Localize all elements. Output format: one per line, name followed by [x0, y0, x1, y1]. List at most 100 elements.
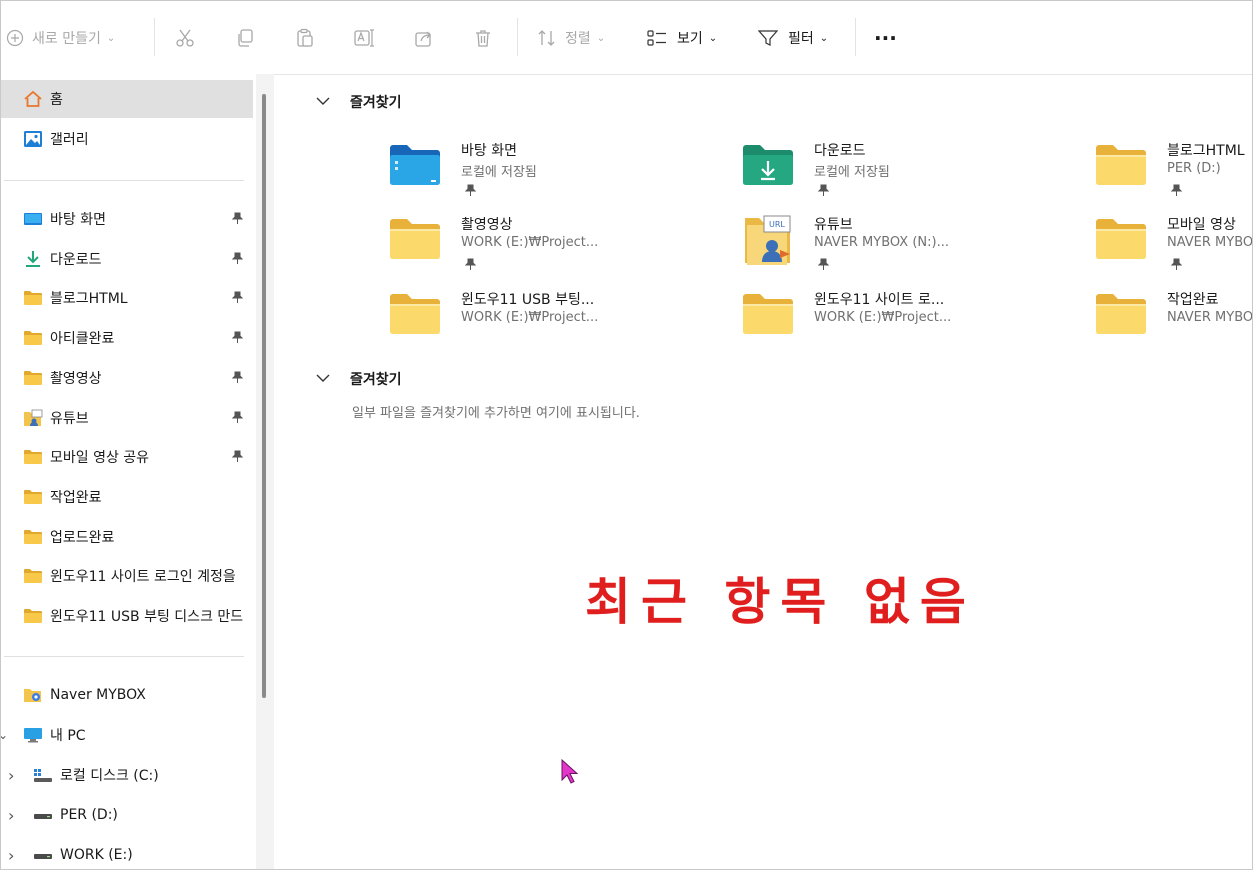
- pin-icon: [231, 411, 244, 427]
- sidebar-item-label: 갤러리: [50, 132, 89, 148]
- pin-icon: [231, 252, 244, 268]
- pin-icon: [231, 291, 244, 307]
- cloud-folder-icon: [22, 685, 44, 705]
- sidebar-item-label: 윈도우11 USB 부팅 디스크 만드: [50, 609, 244, 625]
- navigation-pane: 홈 갤러리 바탕 화면다운로드블로그HTML 아티클완료촬영영상유튜브모바일 영상…: [0, 74, 258, 870]
- quick-access-tile[interactable]: 촬영영상 WORK (E:)₩Project...: [389, 214, 719, 278]
- sidebar-divider: [4, 180, 244, 181]
- tile-name: 바탕 화면: [461, 143, 517, 159]
- folder-icon: [22, 288, 44, 308]
- sidebar-item-drive[interactable]: WORK (E:): [0, 836, 133, 874]
- cut-button[interactable]: [175, 22, 195, 54]
- section-header-favorites[interactable]: 즐겨찾기: [316, 92, 402, 112]
- pin-icon: [231, 331, 244, 347]
- tile-name: 작업완료: [1167, 292, 1219, 308]
- trash-icon: [473, 28, 493, 48]
- sidebar-item-naver-mybox[interactable]: Naver MYBOX: [0, 676, 146, 714]
- sidebar-item-label: 다운로드: [50, 251, 102, 268]
- tile-name: 촬영영상: [461, 217, 513, 233]
- sidebar-item-quick-access[interactable]: 모바일 영상 공유: [0, 438, 253, 476]
- view-label: 보기: [677, 31, 703, 47]
- tile-location: NAVER MYBO: [1167, 310, 1253, 325]
- folder-icon: [22, 606, 44, 626]
- rename-button[interactable]: [354, 22, 376, 54]
- sidebar-item-label: 업로드완료: [50, 529, 115, 546]
- sidebar-item-label: 바탕 화면: [50, 212, 106, 228]
- sidebar-item-drive[interactable]: PER (D:): [0, 796, 118, 834]
- tile-name: 모바일 영상: [1167, 217, 1236, 233]
- quick-access-tile[interactable]: 모바일 영상 NAVER MYBO: [1095, 214, 1253, 278]
- new-button[interactable]: 새로 만들기 ⌄: [6, 22, 115, 54]
- tile-location: WORK (E:)₩Project...: [461, 310, 599, 325]
- more-icon: ···: [874, 26, 897, 50]
- sidebar-item-quick-access[interactable]: 윈도우11 USB 부팅 디스크 만드: [0, 597, 253, 635]
- download-icon: [22, 249, 44, 269]
- section-header-favorites-files[interactable]: 즐겨찾기: [316, 369, 402, 389]
- pin-icon: [464, 184, 477, 200]
- sidebar-item-gallery[interactable]: 갤러리: [0, 120, 89, 158]
- chevron-down-icon: ⌄: [596, 32, 606, 44]
- sidebar-item-quick-access[interactable]: 업로드완료: [0, 518, 253, 556]
- sidebar-item-label: 아티클완료: [50, 331, 115, 348]
- sidebar-item-quick-access[interactable]: 바탕 화면: [0, 200, 253, 238]
- sidebar-item-drive[interactable]: 로컬 디스크 (C:): [0, 756, 159, 794]
- tile-name: 유튜브: [814, 217, 853, 233]
- view-button[interactable]: 보기 ⌄: [647, 22, 717, 54]
- chevron-down-icon: ⌄: [708, 32, 718, 44]
- folder-icon: [22, 566, 44, 586]
- quick-access-tile[interactable]: 블로그HTML PER (D:): [1095, 140, 1253, 204]
- empty-favorites-message: 일부 파일을 즐겨찾기에 추가하면 여기에 표시됩니다.: [352, 406, 640, 421]
- sidebar-item-quick-access[interactable]: 촬영영상: [0, 359, 253, 397]
- sort-button[interactable]: 정렬 ⌄: [537, 22, 605, 54]
- tile-location: NAVER MYBO: [1167, 235, 1253, 250]
- sidebar-item-quick-access[interactable]: 윈도우11 사이트 로그인 계정을: [0, 557, 253, 595]
- sidebar-item-label: 내 PC: [50, 728, 86, 744]
- sidebar-item-label: Naver MYBOX: [50, 687, 146, 703]
- folder-icon: [22, 527, 44, 547]
- sidebar-item-my-pc[interactable]: 내 PC: [0, 716, 86, 754]
- sidebar-item-home[interactable]: 홈: [0, 80, 253, 118]
- delete-button[interactable]: [473, 22, 493, 54]
- paste-button[interactable]: [295, 22, 315, 54]
- toolbar-divider: [855, 18, 856, 56]
- pin-icon: [1170, 184, 1183, 200]
- filter-button[interactable]: 필터 ⌄: [758, 22, 828, 54]
- sidebar-item-quick-access[interactable]: 다운로드: [0, 240, 253, 278]
- drive-icon: [32, 845, 54, 865]
- folder-icon: [1095, 293, 1147, 339]
- filter-label: 필터: [788, 31, 814, 47]
- quick-access-tile[interactable]: 바탕 화면 로컬에 저장됨: [389, 140, 719, 204]
- tile-location: WORK (E:)₩Project...: [461, 235, 599, 250]
- url-folder-icon: [22, 408, 44, 428]
- quick-access-tile[interactable]: 작업완료 NAVER MYBO: [1095, 289, 1253, 353]
- tile-name: 윈도우11 사이트 로...: [814, 292, 945, 308]
- pin-icon: [817, 184, 830, 200]
- folder-icon: [22, 368, 44, 388]
- folder-icon: [22, 328, 44, 348]
- quick-access-tile[interactable]: 다운로드 로컬에 저장됨: [742, 140, 1072, 204]
- copy-icon: [235, 28, 255, 48]
- sidebar-item-label: 촬영영상: [50, 370, 102, 387]
- sidebar-item-quick-access[interactable]: 작업완료: [0, 478, 253, 516]
- sidebar-item-quick-access[interactable]: 아티클완료: [0, 319, 253, 357]
- pin-icon: [1170, 258, 1183, 274]
- chevron-down-icon: [316, 371, 330, 387]
- quick-access-tile[interactable]: 윈도우11 USB 부팅... WORK (E:)₩Project...: [389, 289, 719, 353]
- sidebar-item-label: 모바일 영상 공유: [50, 450, 150, 467]
- new-button-label: 새로 만들기: [32, 31, 101, 47]
- chevron-down-icon: ⌄: [819, 32, 829, 44]
- tile-name: 윈도우11 USB 부팅...: [461, 292, 595, 308]
- sidebar-item-quick-access[interactable]: 유튜브: [0, 399, 253, 437]
- rename-icon: [354, 28, 376, 48]
- sidebar-item-quick-access[interactable]: 블로그HTML: [0, 279, 253, 317]
- sort-icon: [537, 29, 557, 47]
- copy-button[interactable]: [235, 22, 255, 54]
- share-button[interactable]: [414, 22, 434, 54]
- tile-location: 로컬에 저장됨: [814, 165, 890, 180]
- section-title: 즐겨찾기: [350, 95, 402, 111]
- quick-access-tile[interactable]: URL 유튜브 NAVER MYBOX (N:)...: [742, 214, 1072, 278]
- more-options-button[interactable]: ···: [874, 22, 897, 54]
- sidebar-scrollbar-thumb[interactable]: [262, 94, 266, 698]
- quick-access-tile[interactable]: 윈도우11 사이트 로... WORK (E:)₩Project...: [742, 289, 1072, 353]
- toolbar-divider: [154, 18, 155, 56]
